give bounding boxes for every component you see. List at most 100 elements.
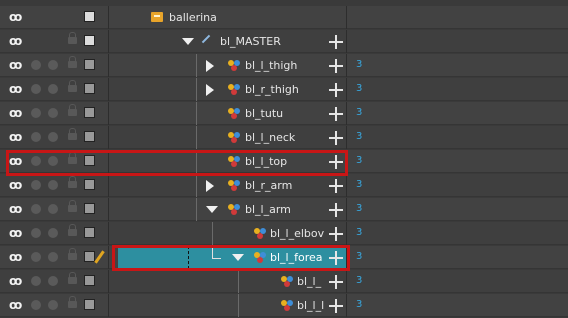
add-layer-plus-icon[interactable] (329, 270, 343, 293)
add-layer-plus-icon[interactable] (329, 102, 343, 125)
tree-line (196, 126, 197, 149)
tree-line (196, 102, 197, 125)
tree-line (196, 54, 197, 77)
enable-checkbox[interactable] (84, 11, 95, 22)
lock-icon[interactable] (68, 296, 77, 308)
add-layer-plus-icon[interactable] (329, 126, 343, 149)
eye-icon[interactable]: ꝏ (9, 179, 22, 191)
enable-checkbox[interactable] (84, 251, 95, 262)
add-layer-plus-icon[interactable] (329, 54, 343, 77)
add-layer-plus-icon[interactable] (329, 30, 343, 53)
lock-icon[interactable] (68, 104, 77, 116)
annotation-highlight-box (112, 245, 350, 271)
eye-icon[interactable]: ꝏ (9, 227, 22, 239)
eye-icon[interactable]: ꝏ (9, 83, 22, 95)
stack-icon[interactable] (48, 300, 58, 310)
add-layer-plus-icon[interactable] (329, 198, 343, 221)
lock-icon[interactable] (68, 32, 77, 44)
collapse-triangle-icon[interactable] (182, 38, 194, 45)
solo-icon[interactable] (31, 60, 41, 70)
eye-icon[interactable]: ꝏ (9, 203, 22, 215)
layer-count: 3 (356, 59, 363, 70)
layer-row-bl-tutu[interactable]: ꝏ bl_tutu 3 (0, 102, 568, 125)
solo-icon[interactable] (31, 252, 41, 262)
column-divider (346, 198, 347, 221)
layer-row-bl-l-sub1[interactable]: ꝏ bl_l_ 3 (0, 270, 568, 293)
layer-controls: ꝏ (0, 294, 108, 317)
add-layer-plus-icon[interactable] (329, 78, 343, 101)
layer-controls: ꝏ (0, 198, 108, 221)
eye-icon[interactable]: ꝏ (9, 107, 22, 119)
stack-icon[interactable] (48, 252, 58, 262)
layer-row-bl-l-neck[interactable]: ꝏ bl_l_neck 3 (0, 126, 568, 149)
eye-icon[interactable]: ꝏ (9, 251, 22, 263)
layer-row-bl-l-sub2[interactable]: ꝏ bl_l_l 3 (0, 294, 568, 317)
lock-icon[interactable] (68, 248, 77, 260)
lock-icon[interactable] (68, 224, 77, 236)
expand-triangle-icon[interactable] (206, 84, 214, 96)
solo-icon[interactable] (31, 84, 41, 94)
solo-icon[interactable] (31, 180, 41, 190)
enable-checkbox[interactable] (84, 35, 95, 46)
lock-icon[interactable] (68, 80, 77, 92)
enable-checkbox[interactable] (84, 203, 95, 214)
layer-row-bl-r-arm[interactable]: ꝏ bl_r_arm 3 (0, 174, 568, 197)
layer-row-bl-r-thigh[interactable]: ꝏ bl_r_thigh 3 (0, 78, 568, 101)
stack-icon[interactable] (48, 84, 58, 94)
add-layer-plus-icon[interactable] (329, 174, 343, 197)
enable-checkbox[interactable] (84, 59, 95, 70)
layer-row-bl-master[interactable]: ꝏ bl_MASTER (0, 30, 568, 53)
layer-row-bl-l-elbov[interactable]: ꝏ bl_l_elbov 3 (0, 222, 568, 245)
layer-controls: ꝏ (0, 270, 108, 293)
layer-row-ballerina[interactable]: ꝏ ballerina (0, 6, 568, 29)
solo-icon[interactable] (31, 204, 41, 214)
stack-icon[interactable] (48, 180, 58, 190)
enable-checkbox[interactable] (84, 107, 95, 118)
collapse-triangle-icon[interactable] (206, 206, 218, 213)
enable-checkbox[interactable] (84, 227, 95, 238)
column-divider (108, 6, 109, 29)
add-layer-plus-icon[interactable] (329, 294, 343, 317)
solo-icon[interactable] (31, 276, 41, 286)
stack-icon[interactable] (48, 276, 58, 286)
stack-icon[interactable] (48, 132, 58, 142)
stack-icon[interactable] (48, 204, 58, 214)
stack-icon[interactable] (48, 228, 58, 238)
enable-checkbox[interactable] (84, 299, 95, 310)
tree-line (238, 294, 239, 317)
layer-row-bl-l-arm[interactable]: ꝏ bl_l_arm 3 (0, 198, 568, 221)
peg-icon (228, 108, 240, 120)
layer-count: 3 (356, 299, 363, 310)
enable-checkbox[interactable] (84, 131, 95, 142)
layer-row-bl-l-thigh[interactable]: ꝏ bl_l_thigh 3 (0, 54, 568, 77)
lock-icon[interactable] (68, 176, 77, 188)
layer-controls: ꝏ (0, 6, 108, 29)
solo-icon[interactable] (31, 228, 41, 238)
lock-icon[interactable] (68, 272, 77, 284)
stack-icon[interactable] (48, 108, 58, 118)
eye-icon[interactable]: ꝏ (9, 275, 22, 287)
eye-icon[interactable]: ꝏ (9, 35, 22, 47)
enable-checkbox[interactable] (84, 275, 95, 286)
lock-icon[interactable] (68, 200, 77, 212)
eye-icon[interactable]: ꝏ (9, 299, 22, 311)
solo-icon[interactable] (31, 108, 41, 118)
eye-icon[interactable]: ꝏ (9, 59, 22, 71)
column-divider (108, 246, 109, 269)
expand-triangle-icon[interactable] (206, 60, 214, 72)
layer-controls: ꝏ (0, 102, 108, 125)
eye-icon[interactable]: ꝏ (9, 131, 22, 143)
add-layer-plus-icon[interactable] (329, 222, 343, 245)
stack-icon[interactable] (48, 60, 58, 70)
lock-icon[interactable] (68, 128, 77, 140)
layer-name: bl_r_arm (245, 179, 293, 192)
solo-icon[interactable] (31, 300, 41, 310)
layer-name: bl_l_l (297, 299, 325, 312)
layer-count: 3 (356, 107, 363, 118)
enable-checkbox[interactable] (84, 179, 95, 190)
eye-icon[interactable]: ꝏ (9, 11, 22, 23)
solo-icon[interactable] (31, 132, 41, 142)
expand-triangle-icon[interactable] (206, 180, 214, 192)
lock-icon[interactable] (68, 56, 77, 68)
enable-checkbox[interactable] (84, 83, 95, 94)
